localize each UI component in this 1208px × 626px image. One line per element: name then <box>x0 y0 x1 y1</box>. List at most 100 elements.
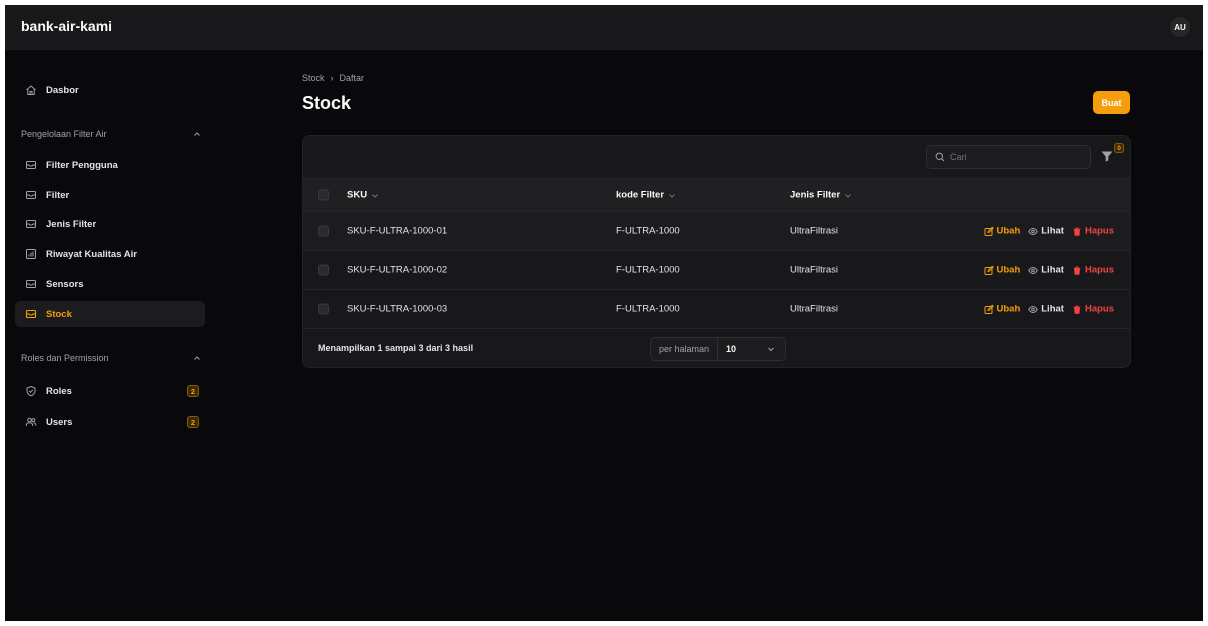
chevron-down-icon <box>669 193 675 198</box>
sidebar-item-sensors[interactable]: Sensors <box>15 271 205 297</box>
group-pengelolaan-filter-air[interactable]: Pengelolaan Filter Air <box>21 129 201 139</box>
search-input[interactable] <box>950 152 1080 162</box>
edit-action[interactable]: Ubah <box>984 265 1020 276</box>
search-icon <box>935 152 945 162</box>
view-action[interactable]: Lihat <box>1028 265 1064 276</box>
per-page-select[interactable]: per halaman 10 <box>650 337 786 361</box>
group-roles-dan-permission[interactable]: Roles dan Permission <box>21 353 201 363</box>
view-action[interactable]: Lihat <box>1028 304 1064 315</box>
delete-label: Hapus <box>1084 303 1114 315</box>
sidebar-item-label: Jenis Filter <box>46 218 97 230</box>
row-checkbox[interactable] <box>318 264 329 276</box>
eye-icon <box>1028 305 1039 313</box>
users-icon <box>25 416 37 428</box>
table-row[interactable]: SKU-F-ULTRA-1000-02 F-ULTRA-1000 UltraFi… <box>303 250 1130 289</box>
column-label: SKU <box>347 189 368 201</box>
cell-kode-filter: F-ULTRA-1000 <box>616 225 680 237</box>
sidebar-item-jenis-filter[interactable]: Jenis Filter <box>15 211 205 237</box>
per-page-value: 10 <box>726 344 737 354</box>
edit-action[interactable]: Ubah <box>984 303 1021 315</box>
inbox-icon <box>25 218 37 230</box>
search-field[interactable] <box>926 145 1091 169</box>
edit-label: Ubah <box>996 225 1021 237</box>
column-header-jenis-filter[interactable]: Jenis Filter <box>790 190 852 201</box>
shield-check-icon <box>25 385 37 397</box>
sidebar-item-label: Dasbor <box>46 84 79 96</box>
breadcrumb-stock[interactable]: Stock <box>302 73 325 83</box>
cell-jenis-filter: UltraFiltrasi <box>790 303 839 315</box>
sidebar-item-label: Sensors <box>46 278 84 290</box>
home-icon <box>25 84 37 96</box>
sidebar-item-label: Stock <box>46 308 72 320</box>
sidebar-item-filter[interactable]: Filter <box>15 182 205 208</box>
row-actions: Ubah Lihat Hapus <box>984 265 1114 276</box>
inbox-icon <box>25 308 37 320</box>
create-button[interactable]: Buat <box>1093 91 1130 114</box>
delete-action[interactable]: Hapus <box>1072 226 1114 237</box>
app-window: bank-air-kami AU Dasbor Pengelolaan Filt… <box>5 5 1203 621</box>
sidebar-item-label: Filter <box>46 189 70 201</box>
cell-sku: SKU-F-ULTRA-1000-01 <box>347 225 448 237</box>
sidebar-item-users[interactable]: Users 2 <box>15 409 205 435</box>
per-page-label: per halaman <box>651 338 719 360</box>
row-checkbox[interactable] <box>318 303 329 315</box>
brand-logo[interactable]: bank-air-kami <box>21 18 112 34</box>
sidebar: Dasbor Pengelolaan Filter Air Filter Pen… <box>5 50 215 621</box>
table-row[interactable]: SKU-F-ULTRA-1000-03 F-ULTRA-1000 UltraFi… <box>303 289 1130 328</box>
sidebar-item-label: Filter Pengguna <box>46 159 118 171</box>
view-label: Lihat <box>1041 225 1064 237</box>
group-label: Pengelolaan Filter Air <box>21 129 107 139</box>
cell-kode-filter: F-ULTRA-1000 <box>616 264 680 276</box>
cell-sku: SKU-F-ULTRA-1000-02 <box>347 264 448 276</box>
sidebar-item-filter-pengguna[interactable]: Filter Pengguna <box>15 152 205 178</box>
chevron-down-icon <box>372 193 378 198</box>
edit-action[interactable]: Ubah <box>984 225 1021 237</box>
view-label: Lihat <box>1041 303 1064 315</box>
cell-sku: SKU-F-ULTRA-1000-03 <box>347 303 448 315</box>
column-header-sku[interactable]: SKU <box>347 190 379 201</box>
row-actions: Ubah Lihat Hapus <box>984 303 1114 315</box>
view-label: Lihat <box>1041 264 1064 276</box>
delete-label: Hapus <box>1084 264 1114 276</box>
table-footer: Menampilkan 1 sampai 3 dari 3 hasil per … <box>303 328 1130 367</box>
row-checkbox[interactable] <box>318 225 329 237</box>
trash-icon <box>1073 266 1081 275</box>
sidebar-item-label: Users <box>46 416 73 428</box>
delete-label: Hapus <box>1084 225 1114 237</box>
cell-kode-filter: F-ULTRA-1000 <box>616 303 680 315</box>
column-label: kode Filter <box>616 189 665 201</box>
cell-jenis-filter: UltraFiltrasi <box>790 225 839 237</box>
edit-label: Ubah <box>996 303 1021 315</box>
eye-icon <box>1028 266 1039 274</box>
inbox-icon <box>25 159 37 171</box>
table-header: SKU kode Filter Jenis Filter <box>303 178 1130 211</box>
eye-icon <box>1028 227 1039 235</box>
select-all-checkbox[interactable] <box>318 189 329 201</box>
pencil-square-icon <box>984 226 994 236</box>
group-label: Roles dan Permission <box>21 353 109 363</box>
sidebar-item-riwayat-kualitas-air[interactable]: Riwayat Kualitas Air <box>15 241 205 267</box>
cell-jenis-filter: UltraFiltrasi <box>790 264 839 276</box>
sidebar-item-stock[interactable]: Stock <box>15 301 205 327</box>
sidebar-item-roles[interactable]: Roles 2 <box>15 378 205 404</box>
page-title: Stock <box>302 93 352 113</box>
view-action[interactable]: Lihat <box>1028 226 1064 237</box>
chevron-right-icon: › <box>330 73 334 83</box>
sidebar-item-dasbor[interactable]: Dasbor <box>15 77 205 103</box>
column-header-kode-filter[interactable]: kode Filter <box>616 190 676 201</box>
inbox-icon <box>25 189 37 201</box>
chevron-down-icon <box>768 347 774 352</box>
column-label: Jenis Filter <box>790 189 841 201</box>
filter-icon[interactable] <box>1100 149 1114 163</box>
table-toolbar: 0 <box>303 136 1130 178</box>
table-row[interactable]: SKU-F-ULTRA-1000-01 F-ULTRA-1000 UltraFi… <box>303 211 1130 250</box>
user-avatar[interactable]: AU <box>1170 17 1190 37</box>
inbox-icon <box>25 278 37 290</box>
breadcrumb: Stock › Daftar <box>302 73 364 83</box>
chevron-up-icon <box>194 356 200 360</box>
pencil-square-icon <box>984 304 994 314</box>
delete-action[interactable]: Hapus <box>1072 304 1114 315</box>
delete-action[interactable]: Hapus <box>1072 265 1114 276</box>
trash-icon <box>1073 227 1081 236</box>
row-actions: Ubah Lihat Hapus <box>984 225 1114 237</box>
